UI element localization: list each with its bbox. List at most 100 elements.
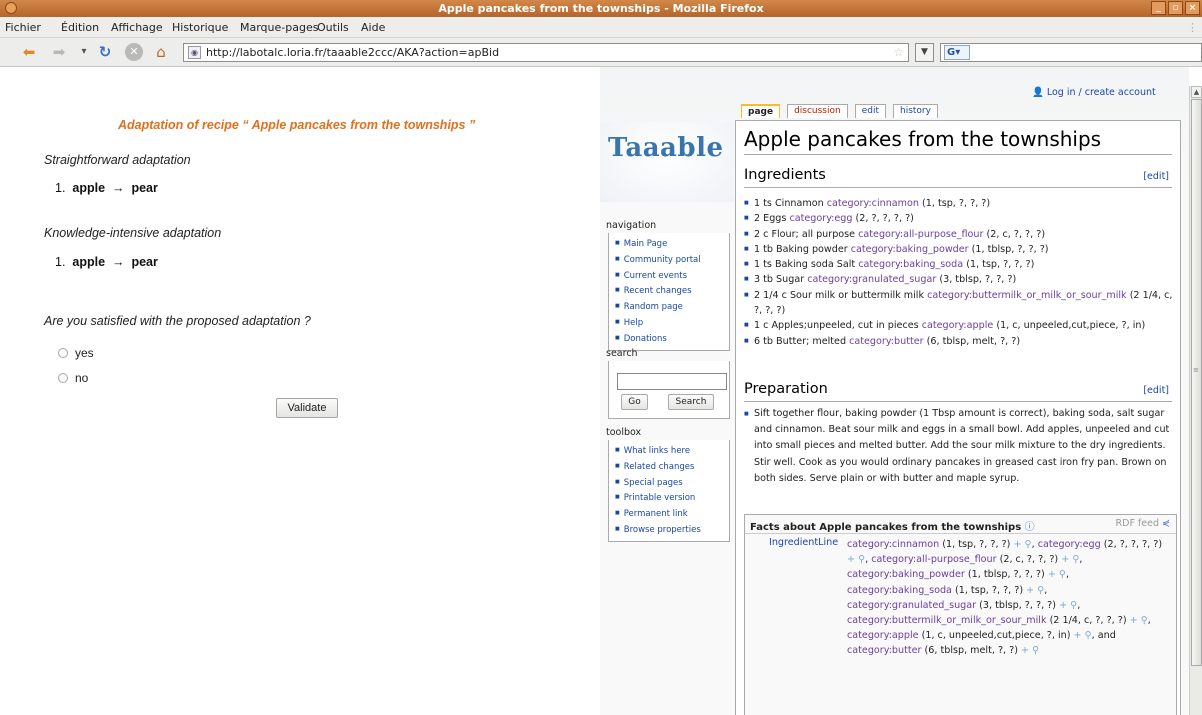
login-link[interactable]: 👤 Log in / create account (1032, 87, 1156, 98)
info-icon[interactable]: ⓘ (1025, 522, 1035, 533)
nav-random-page[interactable]: Random page (615, 299, 729, 315)
ingredient-text: 6 tb Butter; melted (754, 335, 847, 347)
fact-search-icon[interactable]: + ⚲ (1061, 554, 1079, 565)
radio-circle-icon[interactable] (58, 373, 68, 383)
fact-plus: + (1021, 645, 1030, 657)
menu-affichage[interactable]: Affichage (111, 21, 163, 34)
radio-yes[interactable]: yes (58, 346, 94, 360)
fact-category-link[interactable]: category:all-purpose_flour (871, 554, 996, 565)
minimize-button[interactable]: _ (1151, 1, 1166, 15)
menu-outils[interactable]: Outils (317, 21, 349, 34)
fact-category-link[interactable]: category:cinnamon (847, 539, 939, 550)
facts-property-link[interactable]: IngredientLine (769, 537, 838, 548)
nav-community-portal[interactable]: Community portal (615, 252, 729, 268)
fact-plus: + (1073, 630, 1082, 642)
fact-quantities: (1, tsp, ?, ?, ?) (939, 539, 1011, 550)
nav-main-page[interactable]: Main Page (615, 236, 729, 252)
web-search-box[interactable]: G▾ 🔍 (940, 43, 1202, 62)
radio-circle-icon[interactable] (58, 348, 68, 358)
nav-current-events[interactable]: Current events (615, 268, 729, 284)
fact-search-icon[interactable]: + ⚲ (1074, 630, 1092, 641)
wiki-search-input[interactable] (617, 373, 727, 390)
fact-search-icon[interactable]: + ⚲ (1021, 645, 1039, 656)
menu-edition[interactable]: Édition (61, 21, 99, 34)
menu-aide[interactable]: Aide (361, 21, 385, 34)
search-button[interactable]: Search (668, 394, 714, 410)
ingredient-category-link[interactable]: category:cinnamon (827, 198, 919, 209)
ingredient-quantities: (2, c, ?, ?, ?) (986, 228, 1046, 240)
fact-search-icon[interactable]: + ⚲ (1130, 615, 1148, 626)
fact-search-icon[interactable]: + ⚲ (847, 554, 865, 565)
fact-category-link[interactable]: category:buttermilk_or_milk_or_sour_milk (847, 615, 1047, 626)
tab-edit[interactable]: edit (854, 104, 886, 118)
wiki-pane: 👤 Log in / create account page discussion… (600, 67, 1189, 715)
fact-search-icon[interactable]: + ⚲ (1059, 600, 1077, 611)
adaptation-pane: Adaptation of recipe “ Apple pancakes fr… (0, 67, 600, 715)
tool-permanent-link[interactable]: Permanent link (615, 506, 729, 522)
radio-no[interactable]: no (58, 371, 88, 385)
toolbar-grip-icon: ⋮ (1187, 21, 1198, 34)
ingredient-category-link[interactable]: category:egg (789, 213, 852, 224)
user-icon: 👤 (1032, 87, 1044, 98)
home-icon[interactable]: ⌂ (152, 43, 170, 61)
stop-icon[interactable]: ✕ (125, 43, 143, 61)
nav-donations[interactable]: Donations (615, 331, 729, 347)
ingredient-category-link[interactable]: category:baking_powder (851, 244, 969, 255)
tab-page[interactable]: page (741, 104, 781, 118)
tool-related-changes[interactable]: Related changes (615, 459, 729, 475)
fact-category-link[interactable]: category:egg (1038, 539, 1101, 550)
close-button[interactable]: × (1185, 1, 1200, 15)
ingredient-category-link[interactable]: category:all-purpose_flour (858, 229, 983, 240)
ingredient-category-link[interactable]: category:buttermilk_or_milk_or_sour_milk (927, 290, 1127, 301)
fact-plus: + (1047, 569, 1056, 581)
menu-fichier[interactable]: Fichier (5, 21, 41, 34)
ingredient-item: 1 c Apples;unpeeled, cut in pieces categ… (744, 318, 1176, 334)
preparation-edit-link[interactable]: [edit] (1143, 385, 1169, 396)
forward-arrow-icon[interactable]: ➡ (50, 43, 68, 61)
url-bar[interactable]: ◉ http://labotalc.loria.fr/taaable2ccc/A… (183, 43, 909, 62)
rdf-feed-link[interactable]: RDF feed ⋞ (1116, 518, 1170, 529)
tab-history[interactable]: history (893, 104, 938, 118)
scrollbar-thumb[interactable] (1191, 99, 1202, 666)
nav-recent-changes[interactable]: Recent changes (615, 283, 729, 299)
fact-category-link[interactable]: category:baking_powder (847, 569, 965, 580)
fact-quantities: (6, tblsp, melt, ?, ?) (921, 645, 1018, 657)
url-dropdown-button[interactable]: ▼ (915, 43, 934, 62)
go-button[interactable]: Go (621, 394, 648, 410)
validate-button[interactable]: Validate (276, 398, 338, 418)
ingredient-item: 2 c Flour; all purpose category:all-purp… (744, 227, 1176, 243)
maximize-button[interactable]: ▫ (1168, 1, 1183, 15)
fact-category-link[interactable]: category:butter (847, 645, 921, 656)
fact-category-link[interactable]: category:granulated_sugar (847, 600, 976, 611)
search-heading: search (606, 348, 638, 359)
tool-printable-version[interactable]: Printable version (615, 490, 729, 506)
tool-browse-properties[interactable]: Browse properties (615, 522, 729, 538)
fact-search-icon[interactable]: + ⚲ (1048, 569, 1066, 580)
reload-icon[interactable]: ↻ (96, 43, 114, 61)
menu-marque-pages[interactable]: Marque-pages (240, 21, 318, 34)
fact-search-icon[interactable]: + ⚲ (1013, 539, 1031, 550)
tool-special-pages[interactable]: Special pages (615, 475, 729, 491)
tool-what-links-here[interactable]: What links here (615, 443, 729, 459)
window-titlebar: Apple pancakes from the townships - Mozi… (0, 0, 1202, 17)
ingredient-category-link[interactable]: category:butter (849, 336, 923, 347)
fact-category-link[interactable]: category:baking_soda (847, 585, 952, 596)
nav-help[interactable]: Help (615, 315, 729, 331)
scroll-up-icon[interactable]: ▲ (1191, 86, 1202, 98)
bookmark-star-icon[interactable]: ☆ (893, 44, 904, 61)
search-engine-icon[interactable]: G▾ (944, 45, 970, 60)
tab-discussion[interactable]: discussion (787, 104, 848, 118)
taaable-logo[interactable]: Taaable (608, 133, 724, 163)
vertical-scrollbar[interactable]: ▲ ≡ (1189, 86, 1202, 715)
firefox-icon (5, 2, 17, 14)
ingredients-edit-link[interactable]: [edit] (1143, 171, 1169, 182)
ingredient-category-link[interactable]: category:baking_soda (858, 259, 963, 270)
menu-historique[interactable]: Historique (172, 21, 228, 34)
ingredient-category-link[interactable]: category:granulated_sugar (807, 274, 936, 285)
satisfaction-question: Are you satisfied with the proposed adap… (44, 314, 311, 328)
history-dropdown-icon[interactable]: ▾ (75, 43, 93, 61)
ingredient-category-link[interactable]: category:apple (922, 320, 994, 331)
back-arrow-icon[interactable]: ⬅ (20, 43, 38, 61)
fact-category-link[interactable]: category:apple (847, 630, 919, 641)
fact-search-icon[interactable]: + ⚲ (1026, 585, 1044, 596)
